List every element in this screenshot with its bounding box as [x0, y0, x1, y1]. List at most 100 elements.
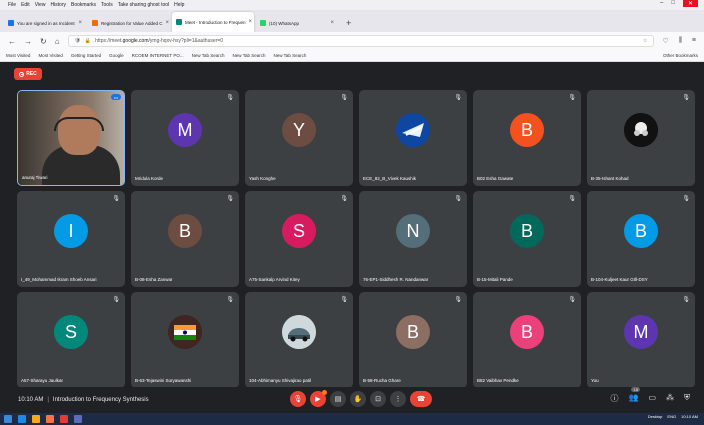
menu-item[interactable]: Bookmarks: [71, 2, 96, 8]
reload-icon[interactable]: ↻: [40, 37, 47, 46]
participant-avatar: [396, 113, 430, 148]
tab-close-icon[interactable]: ×: [165, 20, 169, 26]
camera-off-button[interactable]: ▶: [310, 390, 327, 407]
bookmark-item[interactable]: Most Visited: [6, 53, 30, 58]
forward-icon[interactable]: →: [24, 37, 32, 46]
bookmark-item[interactable]: New Tab Search: [273, 53, 306, 58]
menu-item[interactable]: File: [8, 2, 16, 8]
participant-tile[interactable]: B 🎙 B-15-Mitali Pande: [473, 191, 581, 287]
participant-name: A75-Sankalp Arvind Kitey: [249, 277, 300, 282]
menu-item[interactable]: Help: [174, 2, 184, 8]
bookmark-star-icon[interactable]: ☆: [643, 38, 647, 44]
participant-avatar: I: [54, 214, 88, 249]
pocket-icon[interactable]: ♡: [662, 37, 668, 45]
raise-hand-button[interactable]: ✋: [350, 391, 366, 407]
new-tab-icon[interactable]: +: [340, 18, 357, 32]
participant-tile[interactable]: ••• anuraj Tiwari: [17, 90, 125, 186]
browser-tab[interactable]: Registration for Value Added C ×: [88, 14, 170, 32]
bookmark-item[interactable]: New Tab Search: [192, 53, 225, 58]
participant-name: I_49_Mohammad Ikram Shoeb Ansari: [21, 277, 97, 282]
back-icon[interactable]: ←: [8, 37, 16, 46]
more-options-button[interactable]: ⋮: [390, 391, 406, 407]
bookmark-item[interactable]: Most Visited: [38, 53, 62, 58]
library-icon[interactable]: ⫼: [679, 37, 682, 45]
leave-call-button[interactable]: ☎: [410, 391, 432, 407]
menu-item[interactable]: Tools: [101, 2, 113, 8]
hangup-icon: ☎: [416, 396, 426, 403]
participant-avatar: B: [624, 214, 658, 249]
participant-name: A57-Sharayu Jaulkar: [21, 378, 64, 383]
close-window-icon[interactable]: ✕: [682, 0, 698, 7]
favicon-icon: [8, 20, 14, 26]
participant-name: B82 Vaibhav Pendke: [477, 378, 519, 383]
firefox-icon[interactable]: [46, 415, 54, 423]
participant-tile[interactable]: 🎙 104-Abhimanyu Shivajirao patil: [245, 292, 353, 388]
rec-label: REC: [26, 71, 37, 77]
tab-title: (10) WhatsApp: [269, 20, 300, 26]
other-bookmarks[interactable]: Other Bookmarks: [663, 53, 698, 58]
home-icon[interactable]: ⌂: [55, 37, 60, 46]
minimize-icon[interactable]: –: [660, 0, 663, 7]
menu-item[interactable]: Take sharing ghost tool: [118, 2, 169, 8]
captions-button[interactable]: ▤: [330, 391, 346, 407]
chat-icon[interactable]: ▭: [648, 393, 656, 404]
address-bar[interactable]: 🛡 🔒 https://meet.google.com/ymg-hqxv-hsy…: [67, 35, 655, 47]
participant-tile[interactable]: M 🎙 You: [587, 292, 695, 388]
participant-tile[interactable]: I 🎙 I_49_Mohammad Ikram Shoeb Ansari: [17, 191, 125, 287]
browser-tab[interactable]: You are signed in as Incident ×: [4, 14, 86, 32]
participant-tile[interactable]: B 🎙 B-104-Kuljeet Kaur GIll-DSY: [587, 191, 695, 287]
present-button[interactable]: ⊡: [370, 391, 386, 407]
muted-mic-icon: 🎙: [454, 297, 462, 303]
host-controls-icon[interactable]: ⛨: [684, 393, 690, 404]
participant-name: anuraj Tiwari: [22, 175, 48, 180]
menu-item[interactable]: History: [50, 2, 66, 8]
participant-tile[interactable]: B 🎙 B02 Esha Gawate: [473, 90, 581, 186]
people-button[interactable]: 18 👥: [628, 387, 640, 404]
meeting-info: 10:10 AM | Introduction to Frequency Syn…: [18, 397, 149, 403]
participant-tile[interactable]: B 🎙 B-58-Rucha Ghare: [359, 292, 467, 388]
participant-name: B-58-Rucha Ghare: [363, 378, 401, 383]
bookmark-item[interactable]: RCOEM INTERNET PO...: [132, 53, 184, 58]
bookmark-item[interactable]: Getting Started: [71, 53, 101, 58]
meeting-time: 10:10 AM: [18, 397, 44, 403]
participant-tile[interactable]: Y 🎙 Yash Konghe: [245, 90, 353, 186]
tab-close-icon[interactable]: ×: [249, 19, 253, 25]
activities-icon[interactable]: ⁂: [666, 393, 674, 404]
system-tray: Desktop ENG 10:10 AM: [648, 414, 698, 419]
menu-icon[interactable]: ≡: [692, 37, 696, 45]
bookmark-item[interactable]: Google: [109, 53, 124, 58]
participant-tile[interactable]: S 🎙 A57-Sharayu Jaulkar: [17, 292, 125, 388]
more-options-icon[interactable]: •••: [111, 94, 121, 100]
muted-mic-icon: 🎙: [112, 196, 120, 202]
participant-tile[interactable]: M 🎙 Mridula Korde: [131, 90, 239, 186]
browser-tab[interactable]: (10) WhatsApp ×: [256, 14, 338, 32]
tray-desktop-label: Desktop: [647, 414, 663, 419]
participant-tile[interactable]: N 🎙 76-EP1-Siddhesh R. Nandanwar: [359, 191, 467, 287]
participant-name: B-104-Kuljeet Kaur GIll-DSY: [591, 277, 648, 282]
ie-icon[interactable]: [18, 415, 26, 423]
tab-close-icon[interactable]: ×: [78, 20, 82, 26]
windows-taskbar: Desktop ENG 10:10 AM: [0, 413, 704, 425]
mic-off-button[interactable]: 🎙: [290, 391, 306, 407]
participant-tile[interactable]: B 🎙 B82 Vaibhav Pendke: [473, 292, 581, 388]
app2-icon[interactable]: [74, 415, 82, 423]
menu-item[interactable]: Edit: [21, 2, 30, 8]
participant-tile[interactable]: 🎙 B-63-Tejaswini Suryawanshi: [131, 292, 239, 388]
maximize-icon[interactable]: □: [671, 0, 675, 7]
bookmark-item[interactable]: New Tab Search: [233, 53, 266, 58]
folder-icon[interactable]: [32, 415, 40, 423]
app-icon[interactable]: [60, 415, 68, 423]
tab-close-icon[interactable]: ×: [330, 20, 334, 26]
muted-mic-icon: 🎙: [226, 196, 234, 202]
participant-tile[interactable]: S 🎙 A75-Sankalp Arvind Kitey: [245, 191, 353, 287]
participant-tile[interactable]: 🎙 ECE_82_B_Vivek Kaushik: [359, 90, 467, 186]
participant-tile[interactable]: B 🎙 B-08-Esha Zanwar: [131, 191, 239, 287]
browser-tab[interactable]: Meet - Introduction to Frequen ×: [172, 12, 254, 32]
participant-tile[interactable]: 🎙 B-35-Ishant Kohad: [587, 90, 695, 186]
start-icon[interactable]: [4, 415, 12, 423]
menu-item[interactable]: View: [35, 2, 46, 8]
participant-name: You: [591, 378, 599, 383]
info-icon[interactable]: ⓘ: [610, 393, 618, 404]
muted-mic-icon: 🎙: [454, 95, 462, 101]
participant-avatar: S: [54, 315, 88, 350]
